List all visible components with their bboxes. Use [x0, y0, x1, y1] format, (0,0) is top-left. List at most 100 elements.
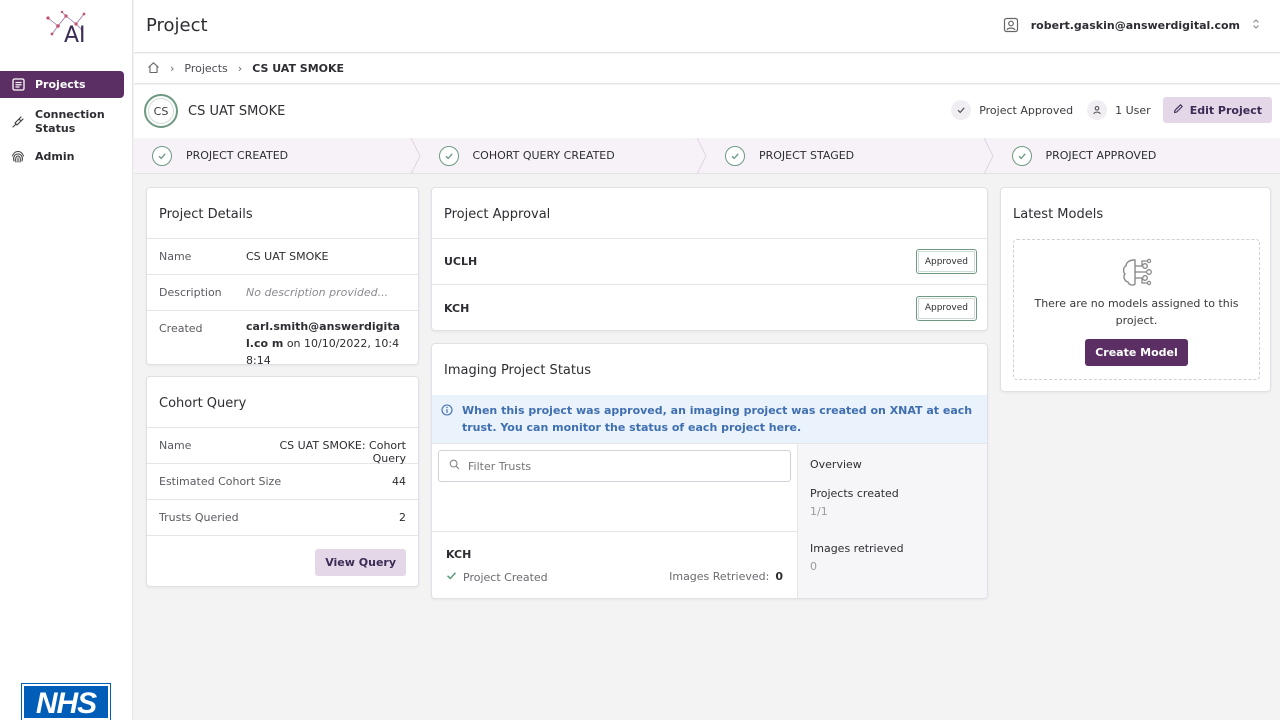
user-icon — [1087, 100, 1108, 120]
models-empty-state: There are no models assigned to this pro… — [1013, 239, 1260, 380]
cohort-query-card: Cohort Query Name CS UAT SMOKE: Cohort Q… — [146, 376, 419, 587]
step-divider — [410, 138, 421, 174]
page-title: Project — [146, 15, 208, 36]
approval-row: UCLH Approved — [432, 239, 987, 285]
empty-models-text: There are no models assigned to this pro… — [1034, 297, 1239, 327]
detail-row-created: Created carl.smith@answerdigital.co m on… — [147, 311, 418, 367]
project-header: CS CS UAT SMOKE Project Approved 1 User … — [134, 85, 1280, 138]
trust-status: Project Created Images Retrieved: 0 — [446, 570, 783, 584]
step-label: PROJECT CREATED — [186, 149, 289, 162]
create-model-button[interactable]: Create Model — [1085, 339, 1188, 366]
chevron-updown-icon — [1252, 18, 1260, 33]
app-logo[interactable]: AI — [44, 10, 90, 48]
cohort-value: 44 — [392, 475, 406, 488]
step-label: PROJECT STAGED — [759, 149, 855, 162]
step-divider — [983, 138, 994, 174]
images-retrieved-value: 0 — [775, 570, 783, 583]
sidebar-item-label: Admin — [35, 150, 75, 163]
filter-trusts-input[interactable] — [468, 459, 768, 473]
project-progress-stepper: PROJECT CREATED COHORT QUERY CREATED PRO… — [134, 138, 1280, 174]
projects-created-value: 1/1 — [810, 505, 828, 518]
trust-list-panel: KCH Project Created Images Retrieved: 0 — [432, 444, 798, 598]
check-circle-icon — [438, 145, 459, 166]
card-title: Imaging Project Status — [444, 363, 591, 378]
check-icon — [951, 100, 972, 120]
cohort-row-trusts: Trusts Queried 2 — [147, 500, 418, 536]
top-header: Project robert.gaskin@answerdigital.com — [134, 0, 1280, 53]
check-circle-icon — [1011, 145, 1032, 166]
info-banner: When this project was approved, an imagi… — [432, 395, 987, 444]
home-icon[interactable] — [147, 61, 160, 77]
step-divider — [697, 138, 707, 174]
overview-title: Overview — [810, 458, 862, 471]
trust-name: UCLH — [444, 255, 478, 268]
fingerprint-icon — [10, 149, 26, 165]
breadcrumb-current: CS UAT SMOKE — [252, 62, 345, 75]
breadcrumb: › Projects › CS UAT SMOKE — [134, 54, 1280, 84]
project-approved-status: Project Approved — [979, 103, 1074, 117]
user-menu[interactable]: robert.gaskin@answerdigital.com — [1003, 17, 1260, 33]
cohort-value: CS UAT SMOKE: Cohort Query — [279, 439, 406, 465]
images-retrieved-value: 0 — [810, 560, 817, 573]
nhs-logo: NHS — [21, 683, 111, 720]
cohort-key: Estimated Cohort Size — [159, 475, 282, 488]
sidebar-item-connection-status[interactable]: Connection Status — [0, 104, 133, 140]
cohort-row-size: Estimated Cohort Size 44 — [147, 464, 418, 500]
detail-value: No description provided... — [246, 286, 389, 299]
card-title: Cohort Query — [147, 377, 418, 428]
project-avatar: CS — [144, 94, 178, 128]
cohort-key: Trusts Queried — [159, 511, 239, 524]
check-circle-icon — [725, 145, 745, 166]
detail-key: Name — [159, 250, 192, 263]
approved-badge: Approved — [915, 295, 977, 321]
filter-trusts-field[interactable] — [438, 450, 791, 482]
edit-project-button[interactable]: Edit Project — [1162, 97, 1272, 123]
detail-key: Created — [159, 322, 203, 335]
sidebar-item-admin[interactable]: Admin — [0, 143, 133, 170]
project-name: CS UAT SMOKE — [188, 104, 286, 119]
latest-models-card: Latest Models There are no models assign… — [1000, 187, 1271, 392]
detail-value: CS UAT SMOKE — [246, 250, 329, 263]
search-icon — [449, 459, 460, 473]
images-retrieved-label: Images Retrieved: — [669, 570, 770, 583]
step-label: PROJECT APPROVED — [1045, 149, 1157, 162]
card-title: Latest Models — [1013, 207, 1104, 222]
step-project-approved: PROJECT APPROVED — [994, 138, 1280, 173]
cohort-value: 2 — [399, 511, 406, 524]
brain-circuit-icon — [1014, 256, 1259, 293]
info-text: When this project was approved, an imagi… — [462, 404, 973, 434]
edit-project-label: Edit Project — [1189, 103, 1262, 117]
imaging-project-status-card: Imaging Project Status When this project… — [431, 343, 988, 599]
check-icon — [446, 570, 457, 584]
project-users-count[interactable]: 1 User — [1115, 104, 1151, 117]
list-icon — [10, 77, 26, 93]
project-approval-card: Project Approval UCLH Approved KCH Appro… — [431, 187, 988, 331]
trust-status-label: Project Created — [463, 570, 548, 584]
detail-value: carl.smith@answerdigital.co m on 10/10/2… — [246, 311, 406, 367]
detail-row-name: Name CS UAT SMOKE — [147, 239, 418, 275]
trust-status-row[interactable]: KCH Project Created Images Retrieved: 0 — [432, 531, 797, 598]
detail-key: Description — [159, 286, 222, 299]
detail-row-description: Description No description provided... — [147, 275, 418, 311]
breadcrumb-projects-link[interactable]: Projects — [184, 62, 227, 75]
view-query-button[interactable]: View Query — [315, 549, 406, 576]
pencil-icon — [1173, 103, 1184, 117]
sidebar: AI Projects Connection Status Admin NHS — [0, 0, 133, 720]
card-title: Project Approval — [432, 188, 987, 239]
sidebar-item-projects[interactable]: Projects — [0, 71, 124, 98]
sidebar-item-label: Connection Status — [35, 108, 105, 135]
project-actions: Project Approved 1 User Edit Project — [951, 97, 1272, 123]
project-details-card: Project Details Name CS UAT SMOKE Descri… — [146, 187, 419, 367]
plug-icon — [10, 114, 26, 130]
cohort-key: Name — [159, 439, 192, 452]
chevron-right-icon: › — [237, 62, 243, 75]
sidebar-nav: Projects Connection Status Admin — [0, 71, 133, 170]
projects-created-label: Projects created — [810, 487, 899, 500]
trust-name: KCH — [446, 548, 472, 561]
trust-name: KCH — [444, 301, 470, 315]
images-retrieved: Images Retrieved: 0 — [669, 570, 783, 584]
step-cohort-query-created: COHORT QUERY CREATED — [421, 138, 708, 174]
chevron-right-icon: › — [170, 62, 175, 75]
step-project-created: PROJECT CREATED — [134, 138, 421, 174]
card-title: Project Details — [147, 188, 418, 239]
